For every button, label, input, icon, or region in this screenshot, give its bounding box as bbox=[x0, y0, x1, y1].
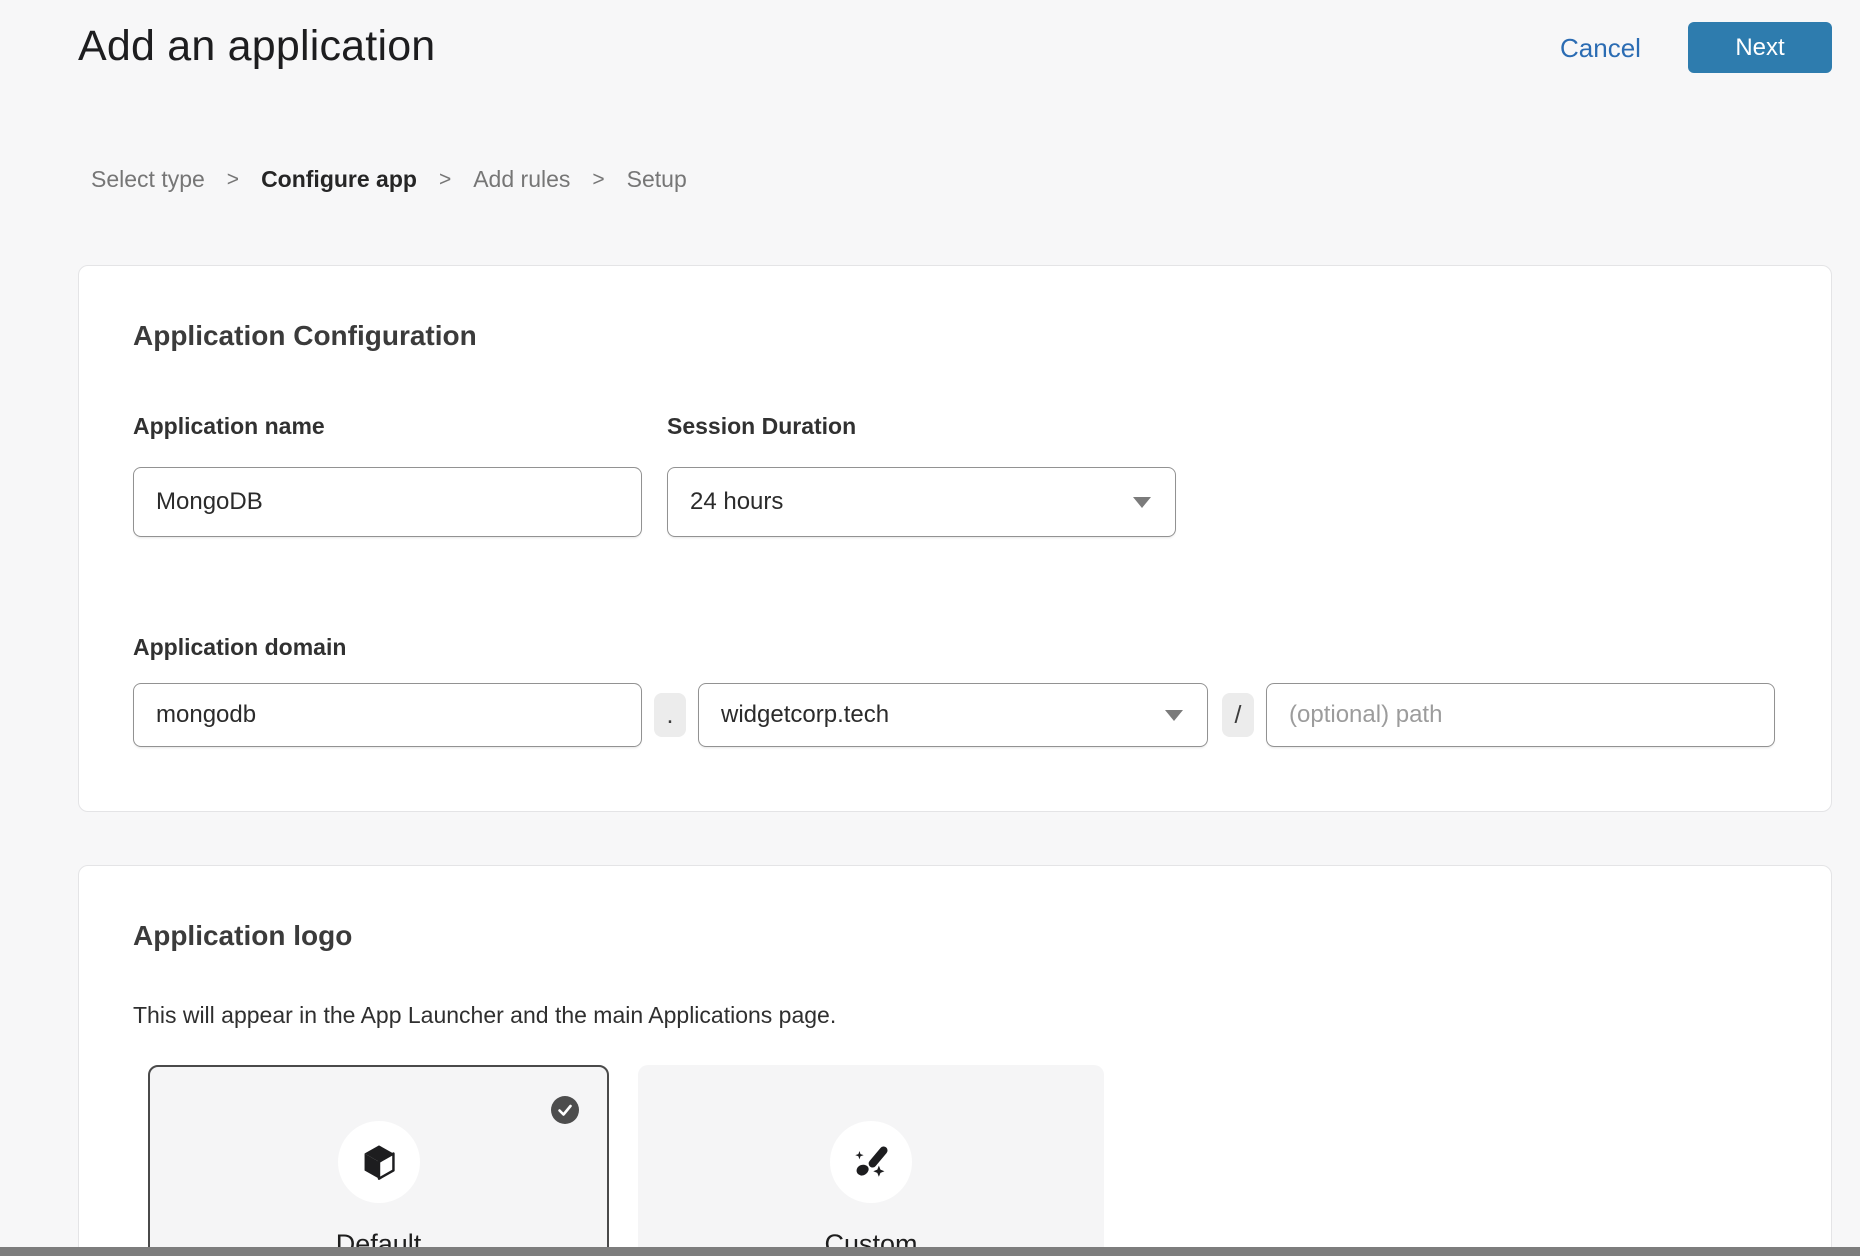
application-domain-label: Application domain bbox=[133, 634, 346, 661]
breadcrumb-step-select-type[interactable]: Select type bbox=[91, 166, 205, 193]
chevron-down-icon bbox=[1133, 497, 1151, 508]
session-duration-label: Session Duration bbox=[667, 413, 856, 440]
logo-icon-circle bbox=[830, 1121, 912, 1203]
logo-heading: Application logo bbox=[133, 920, 352, 952]
path-input[interactable] bbox=[1266, 683, 1775, 747]
paintbrush-icon bbox=[850, 1141, 892, 1183]
domain-select[interactable]: widgetcorp.tech bbox=[698, 683, 1208, 747]
subdomain-input[interactable] bbox=[133, 683, 642, 747]
breadcrumb-step-add-rules[interactable]: Add rules bbox=[473, 166, 570, 193]
domain-dot-separator: . bbox=[654, 693, 686, 737]
application-name-input[interactable] bbox=[133, 467, 642, 537]
session-duration-select[interactable]: 24 hours bbox=[667, 467, 1176, 537]
session-duration-value: 24 hours bbox=[690, 488, 1133, 516]
chevron-down-icon bbox=[1165, 710, 1183, 721]
breadcrumb-separator: > bbox=[439, 168, 451, 192]
cancel-button[interactable]: Cancel bbox=[1560, 33, 1641, 64]
application-logo-card: Application logo This will appear in the… bbox=[78, 865, 1832, 1256]
application-name-label: Application name bbox=[133, 413, 325, 440]
selected-check-badge bbox=[551, 1096, 579, 1124]
page-title: Add an application bbox=[78, 22, 435, 71]
breadcrumb-step-configure-app[interactable]: Configure app bbox=[261, 166, 417, 193]
breadcrumb-separator: > bbox=[227, 168, 239, 192]
logo-option-custom[interactable]: Custom bbox=[638, 1065, 1104, 1256]
domain-slash-separator: / bbox=[1222, 693, 1254, 737]
logo-icon-circle bbox=[338, 1121, 420, 1203]
window-bottom-edge bbox=[0, 1247, 1860, 1256]
cube-icon bbox=[359, 1142, 399, 1182]
next-button[interactable]: Next bbox=[1688, 22, 1832, 73]
domain-select-value: widgetcorp.tech bbox=[721, 701, 1165, 729]
breadcrumb: Select type > Configure app > Add rules … bbox=[91, 166, 687, 193]
logo-option-default[interactable]: Default bbox=[148, 1065, 609, 1256]
logo-description: This will appear in the App Launcher and… bbox=[133, 1002, 836, 1029]
configuration-heading: Application Configuration bbox=[133, 320, 477, 352]
application-configuration-card: Application Configuration Application na… bbox=[78, 265, 1832, 812]
breadcrumb-step-setup[interactable]: Setup bbox=[627, 166, 687, 193]
check-icon bbox=[551, 1096, 579, 1124]
breadcrumb-separator: > bbox=[592, 168, 604, 192]
add-application-page: Add an application Cancel Next Select ty… bbox=[0, 0, 1860, 1256]
